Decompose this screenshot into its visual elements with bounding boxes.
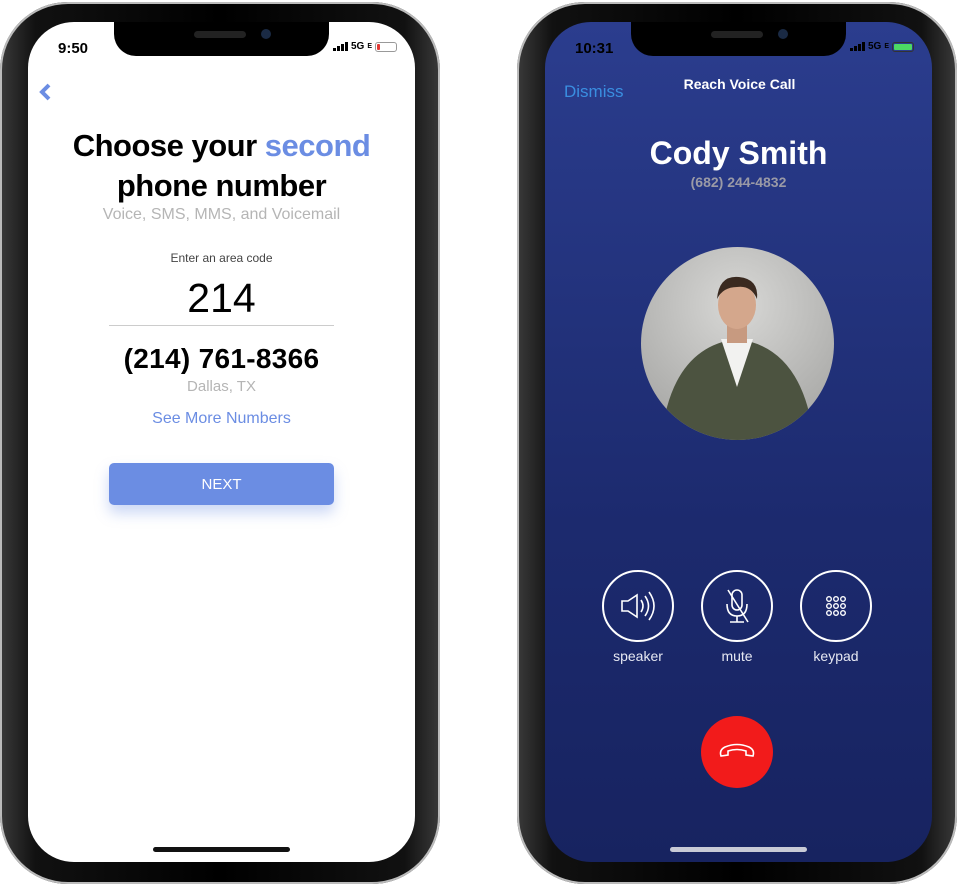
mute-button[interactable] [701,570,773,642]
home-indicator[interactable] [670,847,807,852]
caller-number: (682) 244-4832 [690,174,787,190]
speaker-icon [621,591,655,621]
notch [114,22,329,56]
title-highlight: second [264,128,371,163]
speaker-label: speaker [613,648,663,664]
phone-hangup-icon [719,743,755,757]
notch [631,22,846,56]
phone-number: (214) 761-8366 [123,343,320,374]
network-label: 5G [350,41,365,52]
signal-icon [849,42,865,51]
next-button[interactable]: NEXT [109,463,334,505]
location: Dallas, TX [187,378,256,395]
keypad-button[interactable] [800,570,872,642]
title-text: Choose your [72,128,265,163]
home-indicator[interactable] [153,847,290,852]
area-code-label: Enter an area code [170,251,273,265]
voice-call-screen: 10:31 5G E Dismiss Reach Voice Call Cody … [545,22,932,862]
choose-number-screen: 9:50 5G E Choose your second phone number… [28,22,415,862]
caller-avatar [641,247,834,440]
status-time: 9:50 [58,40,89,57]
signal-icon [332,42,348,51]
status-bar: 5G E [332,41,397,52]
keypad-label: keypad [813,648,859,664]
microphone-muted-icon [726,589,749,623]
subtitle: Voice, SMS, MMS, and Voicemail [102,206,341,223]
page-title: Choose your second [28,128,415,164]
header-title: Reach Voice Call [683,76,796,92]
network-label: 5G [867,41,882,52]
caller-name: Cody Smith [649,135,828,171]
keypad-icon [826,596,847,617]
status-bar: 5G E [849,41,914,52]
status-time: 10:31 [575,40,614,57]
mute-label: mute [721,648,753,664]
chevron-left-icon[interactable] [38,83,52,101]
battery-icon [375,41,397,52]
network-suffix: E [884,43,889,50]
see-more-numbers-link[interactable]: See More Numbers [28,410,415,428]
person-photo [661,276,814,440]
page-title-line2: phone number [116,168,327,203]
area-code-input[interactable]: 214 [109,275,334,326]
end-call-button[interactable] [701,716,773,788]
network-suffix: E [367,43,372,50]
battery-charging-icon [892,41,914,52]
speaker-button[interactable] [602,570,674,642]
